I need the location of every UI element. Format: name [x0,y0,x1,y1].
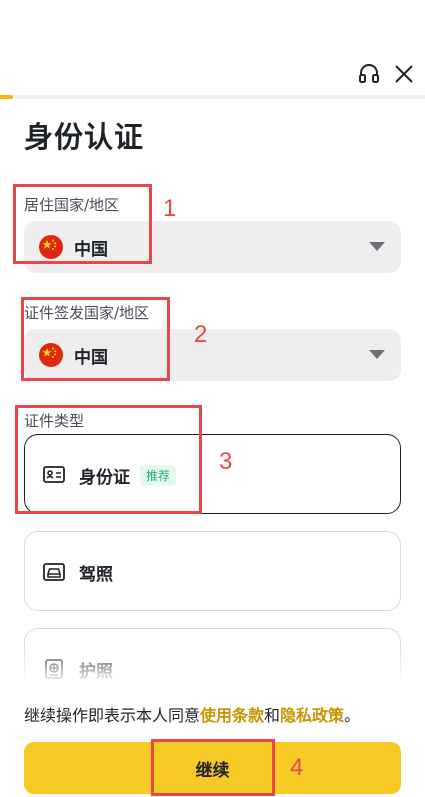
china-flag-icon [39,235,63,259]
chevron-down-icon [369,350,385,359]
residence-label: 居住国家/地区 [24,196,120,214]
issuing-label: 证件签发国家/地区 [24,304,150,322]
consent-text: 继续操作即表示本人同意使用条款和隐私政策。 [24,702,360,726]
headset-icon[interactable] [358,63,380,85]
doc-option-name: 驾照 [79,565,113,585]
footer: 继续操作即表示本人同意使用条款和隐私政策。 继续 [0,685,425,797]
residence-select[interactable]: 中国 [24,221,401,273]
top-bar [0,0,425,100]
terms-link[interactable]: 使用条款 [200,706,264,725]
recommended-badge: 推荐 [140,465,177,486]
issuing-value: 中国 [74,348,108,368]
consent-suffix: 。 [344,706,361,725]
residence-value: 中国 [74,240,108,260]
progress-fill [0,95,13,99]
car-icon [43,563,65,581]
id-card-icon [43,466,65,483]
annotation-number-4: 4 [290,754,304,781]
doc-option-driver-license[interactable]: 驾照 [24,531,401,611]
annotation-number-2: 2 [194,321,208,348]
consent-prefix: 继续操作即表示本人同意 [24,706,201,725]
continue-button[interactable]: 继续 [24,742,401,794]
annotation-number-3: 3 [219,448,233,475]
consent-middle: 和 [264,706,281,725]
scroll-fade [0,640,425,685]
page-title: 身份认证 [24,120,145,154]
doc-option-name: 身份证 [79,468,130,488]
china-flag-icon [39,343,63,367]
doc-option-id-card[interactable]: 身份证 推荐 [24,434,401,514]
progress-bar [0,95,425,99]
privacy-link[interactable]: 隐私政策 [280,706,344,725]
annotation-number-1: 1 [163,195,177,222]
issuing-select[interactable]: 中国 [24,329,401,381]
doc-type-label: 证件类型 [24,412,85,430]
close-icon[interactable] [392,62,416,86]
chevron-down-icon [369,242,385,251]
